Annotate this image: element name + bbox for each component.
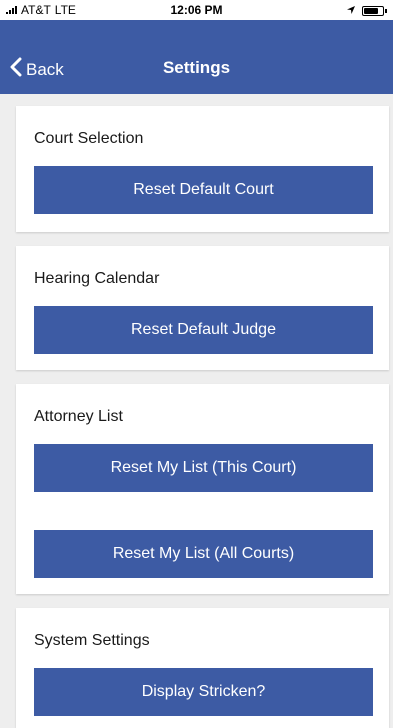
display-stricken-button[interactable]: Display Stricken?	[34, 668, 373, 716]
section-title: Attorney List	[34, 408, 123, 425]
section-title: System Settings	[34, 632, 150, 649]
reset-list-this-court-button[interactable]: Reset My List (This Court)	[34, 444, 373, 492]
battery-cap	[385, 9, 387, 13]
reset-default-judge-button[interactable]: Reset Default Judge	[34, 306, 373, 354]
page-title: Settings	[162, 58, 231, 77]
card-hearing-calendar: Hearing Calendar Reset Default Judge	[16, 246, 389, 370]
section-title: Court Selection	[34, 130, 144, 147]
battery-icon	[362, 6, 384, 16]
card-attorney-list: Attorney List Reset My List (This Court)…	[16, 384, 389, 594]
location-icon	[346, 4, 356, 18]
status-bar: AT&T LTE 12:06 PM	[0, 0, 393, 20]
section-title: Hearing Calendar	[34, 270, 160, 287]
reset-default-court-button[interactable]: Reset Default Court	[34, 166, 373, 214]
reset-list-all-courts-button[interactable]: Reset My List (All Courts)	[34, 530, 373, 578]
status-time: 12:06 PM	[170, 3, 223, 17]
card-system-settings: System Settings Display Stricken?	[16, 608, 389, 728]
card-court-selection: Court Selection Reset Default Court	[16, 106, 389, 232]
navigation-bar: Back Settings	[0, 20, 393, 94]
status-right	[346, 4, 387, 18]
